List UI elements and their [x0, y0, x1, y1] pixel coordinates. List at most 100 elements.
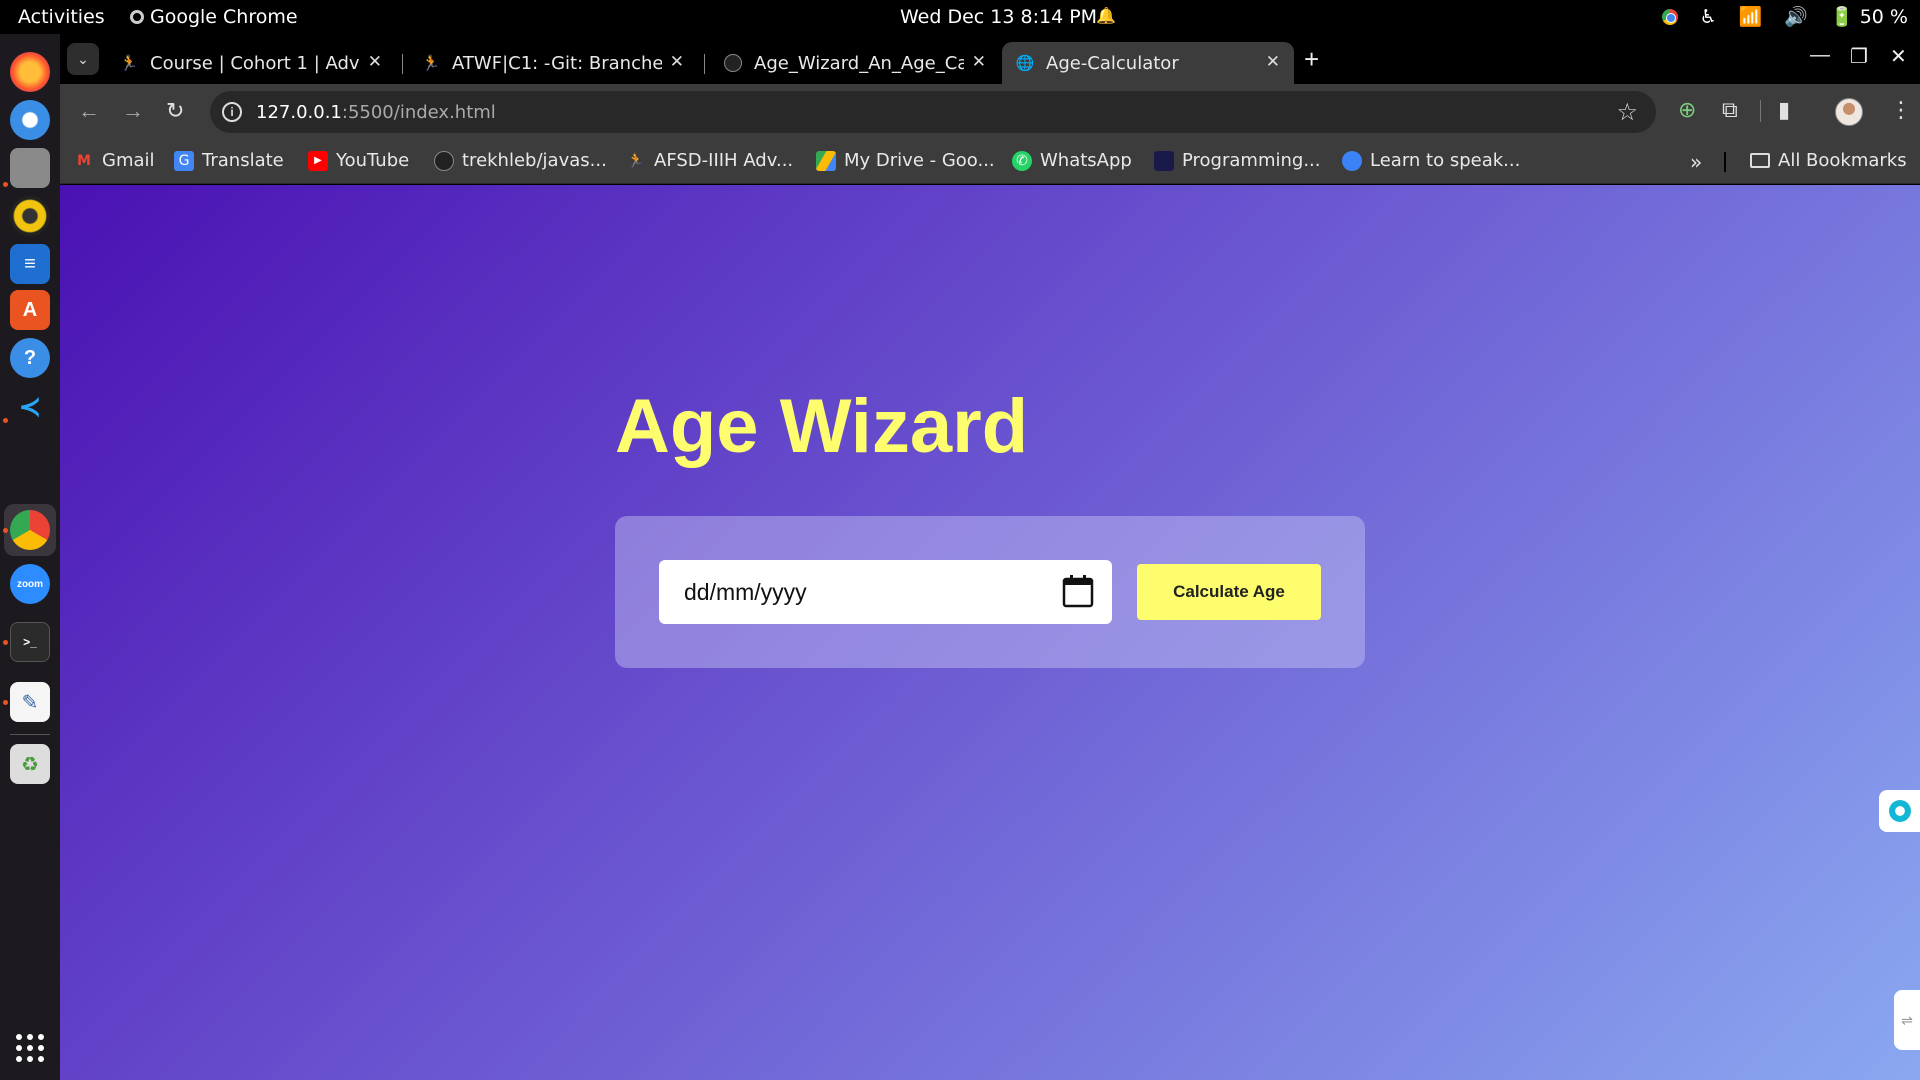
- youtube-icon: ▶: [308, 150, 328, 171]
- programming-site-icon: [1154, 150, 1174, 171]
- calendar-icon[interactable]: [1062, 574, 1094, 608]
- close-icon[interactable]: ✕: [368, 52, 382, 72]
- profile-avatar[interactable]: [1835, 98, 1863, 126]
- extension-widget-icon: [1888, 800, 1911, 822]
- system-tray[interactable]: ♿ 📶 🔊 🔋 50 %: [1661, 5, 1908, 28]
- show-apps-icon[interactable]: [16, 1034, 44, 1062]
- menu-kebab-icon[interactable]: ⋮: [1890, 97, 1912, 123]
- all-bookmarks-label: All Bookmarks: [1778, 150, 1907, 171]
- more-bookmarks-icon[interactable]: »: [1690, 150, 1702, 174]
- bookmark-star-icon[interactable]: ☆: [1616, 98, 1638, 127]
- close-window-icon[interactable]: ✕: [1890, 44, 1907, 69]
- bookmark-label: My Drive - Goo...: [844, 150, 995, 171]
- new-tab-button[interactable]: +: [1304, 44, 1319, 75]
- url-text[interactable]: 127.0.0.1:5500/index.html: [256, 102, 496, 123]
- side-handle-icon[interactable]: ⇌: [1894, 990, 1920, 1050]
- back-icon[interactable]: ←: [78, 98, 100, 124]
- terminal-icon[interactable]: >_: [10, 622, 50, 662]
- bookmark-label: Learn to speak...: [1370, 150, 1521, 171]
- thunderbird-icon[interactable]: [10, 100, 50, 140]
- bookmark-trekhleb[interactable]: trekhleb/javas...: [434, 150, 607, 171]
- gmail-icon: M: [77, 152, 91, 169]
- files-icon[interactable]: [10, 148, 50, 188]
- tab-search-button[interactable]: ⌄: [67, 43, 99, 75]
- bookmark-afsd[interactable]: 🏃 AFSD-IIIH Adv...: [626, 150, 793, 171]
- system-top-bar: Activities Google Chrome Wed Dec 13 8:14…: [0, 0, 1920, 34]
- bookmarks-divider: [1724, 152, 1726, 172]
- whatsapp-icon: ✆: [1012, 150, 1032, 171]
- bookmark-label: Programming...: [1182, 150, 1321, 171]
- tab-course[interactable]: 🏃 Course | Cohort 1 | Advar ✕: [106, 42, 396, 84]
- running-indicator: [3, 182, 8, 187]
- date-input[interactable]: dd/mm/yyyy: [659, 560, 1112, 624]
- calculate-age-button[interactable]: Calculate Age: [1137, 564, 1321, 620]
- tab-separator: [704, 54, 705, 74]
- url-host: 127.0.0.1: [256, 102, 342, 123]
- tab-title: Course | Cohort 1 | Advar: [150, 52, 360, 74]
- bookmark-gmail[interactable]: M Gmail: [74, 150, 155, 171]
- minimize-icon[interactable]: —: [1810, 44, 1830, 67]
- url-path: :5500/index.html: [341, 102, 496, 123]
- forward-icon[interactable]: →: [122, 98, 144, 124]
- firefox-icon[interactable]: [10, 52, 50, 92]
- runner-icon: 🏃: [119, 54, 139, 72]
- tab-github[interactable]: Age_Wizard_An_Age_Ca ✕: [710, 42, 1000, 84]
- running-indicator: [3, 528, 8, 533]
- close-icon[interactable]: ✕: [670, 52, 684, 72]
- zoom-icon[interactable]: zoom: [10, 564, 50, 604]
- clock[interactable]: Wed Dec 13 8:14 PM: [900, 6, 1097, 28]
- running-indicator: [3, 640, 8, 645]
- bookmark-learn-to-speak[interactable]: Learn to speak...: [1342, 150, 1520, 171]
- extensions-puzzle-icon[interactable]: ⧉: [1722, 97, 1738, 123]
- writer-icon[interactable]: ≡: [10, 244, 50, 284]
- bookmark-whatsapp[interactable]: ✆ WhatsApp: [1012, 150, 1132, 171]
- bookmark-label: AFSD-IIIH Adv...: [654, 150, 794, 171]
- tab-atwf[interactable]: 🏃 ATWF|C1: -Git: Branches ✕: [408, 42, 698, 84]
- page-title: Age Wizard: [615, 384, 1029, 469]
- tab-title: ATWF|C1: -Git: Branches: [452, 52, 662, 74]
- trash-icon[interactable]: ♻: [10, 744, 50, 784]
- tab-separator: [402, 54, 403, 74]
- tab-age-calculator[interactable]: 🌐 Age-Calculator ✕: [1002, 42, 1294, 84]
- bookmark-label: Translate: [202, 150, 284, 171]
- chrome-dock-icon[interactable]: [10, 510, 50, 550]
- date-placeholder: dd/mm/yyyy: [684, 579, 807, 605]
- app-menu[interactable]: Google Chrome: [130, 6, 298, 28]
- rhythmbox-icon[interactable]: [10, 196, 50, 236]
- age-form-card: dd/mm/yyyy Calculate Age: [615, 516, 1365, 668]
- accessibility-icon[interactable]: ♿: [1700, 6, 1717, 28]
- reload-icon[interactable]: ↻: [166, 98, 184, 124]
- vscode-icon[interactable]: ≺: [10, 386, 50, 426]
- side-panel-icon[interactable]: ▮: [1778, 97, 1790, 123]
- bookmark-programming[interactable]: Programming...: [1154, 150, 1320, 171]
- activities-button[interactable]: Activities: [18, 6, 105, 28]
- address-bar[interactable]: i 127.0.0.1:5500/index.html ☆: [210, 91, 1656, 133]
- help-icon[interactable]: ?: [10, 338, 50, 378]
- bookmark-translate[interactable]: G Translate: [174, 150, 284, 171]
- bookmark-youtube[interactable]: ▶ YouTube: [308, 150, 409, 171]
- bookmark-drive[interactable]: My Drive - Goo...: [816, 150, 995, 171]
- restore-icon[interactable]: ❐: [1850, 44, 1868, 69]
- tab-title: Age-Calculator: [1046, 52, 1179, 74]
- github-icon: [434, 150, 454, 171]
- text-editor-icon[interactable]: ✎: [10, 682, 50, 722]
- bookmark-label: WhatsApp: [1040, 150, 1132, 171]
- bookmark-label: YouTube: [336, 150, 410, 171]
- runner-icon: 🏃: [627, 152, 645, 169]
- all-bookmarks-button[interactable]: All Bookmarks: [1750, 150, 1907, 171]
- dock: ≡ A ? ≺ zoom >_ ✎ ♻: [0, 34, 60, 1080]
- app-center-icon[interactable]: A: [10, 290, 50, 330]
- extension-plus-icon[interactable]: ⊕: [1678, 97, 1696, 123]
- globe-icon: 🌐: [1015, 54, 1035, 72]
- chrome-app-icon: [130, 10, 144, 24]
- battery-percent: 50 %: [1859, 6, 1908, 28]
- floating-extension-widget[interactable]: [1879, 790, 1920, 832]
- bookmark-label: Gmail: [102, 150, 155, 171]
- site-info-icon[interactable]: i: [222, 102, 242, 122]
- tab-strip: ⌄ 🏃 Course | Cohort 1 | Advar ✕ 🏃 ATWF|C…: [60, 34, 1920, 84]
- close-icon[interactable]: ✕: [1266, 52, 1280, 72]
- google-drive-icon: [816, 150, 836, 171]
- close-icon[interactable]: ✕: [972, 52, 986, 72]
- github-icon: [724, 54, 742, 72]
- battery-status: 🔋 50 %: [1830, 5, 1908, 28]
